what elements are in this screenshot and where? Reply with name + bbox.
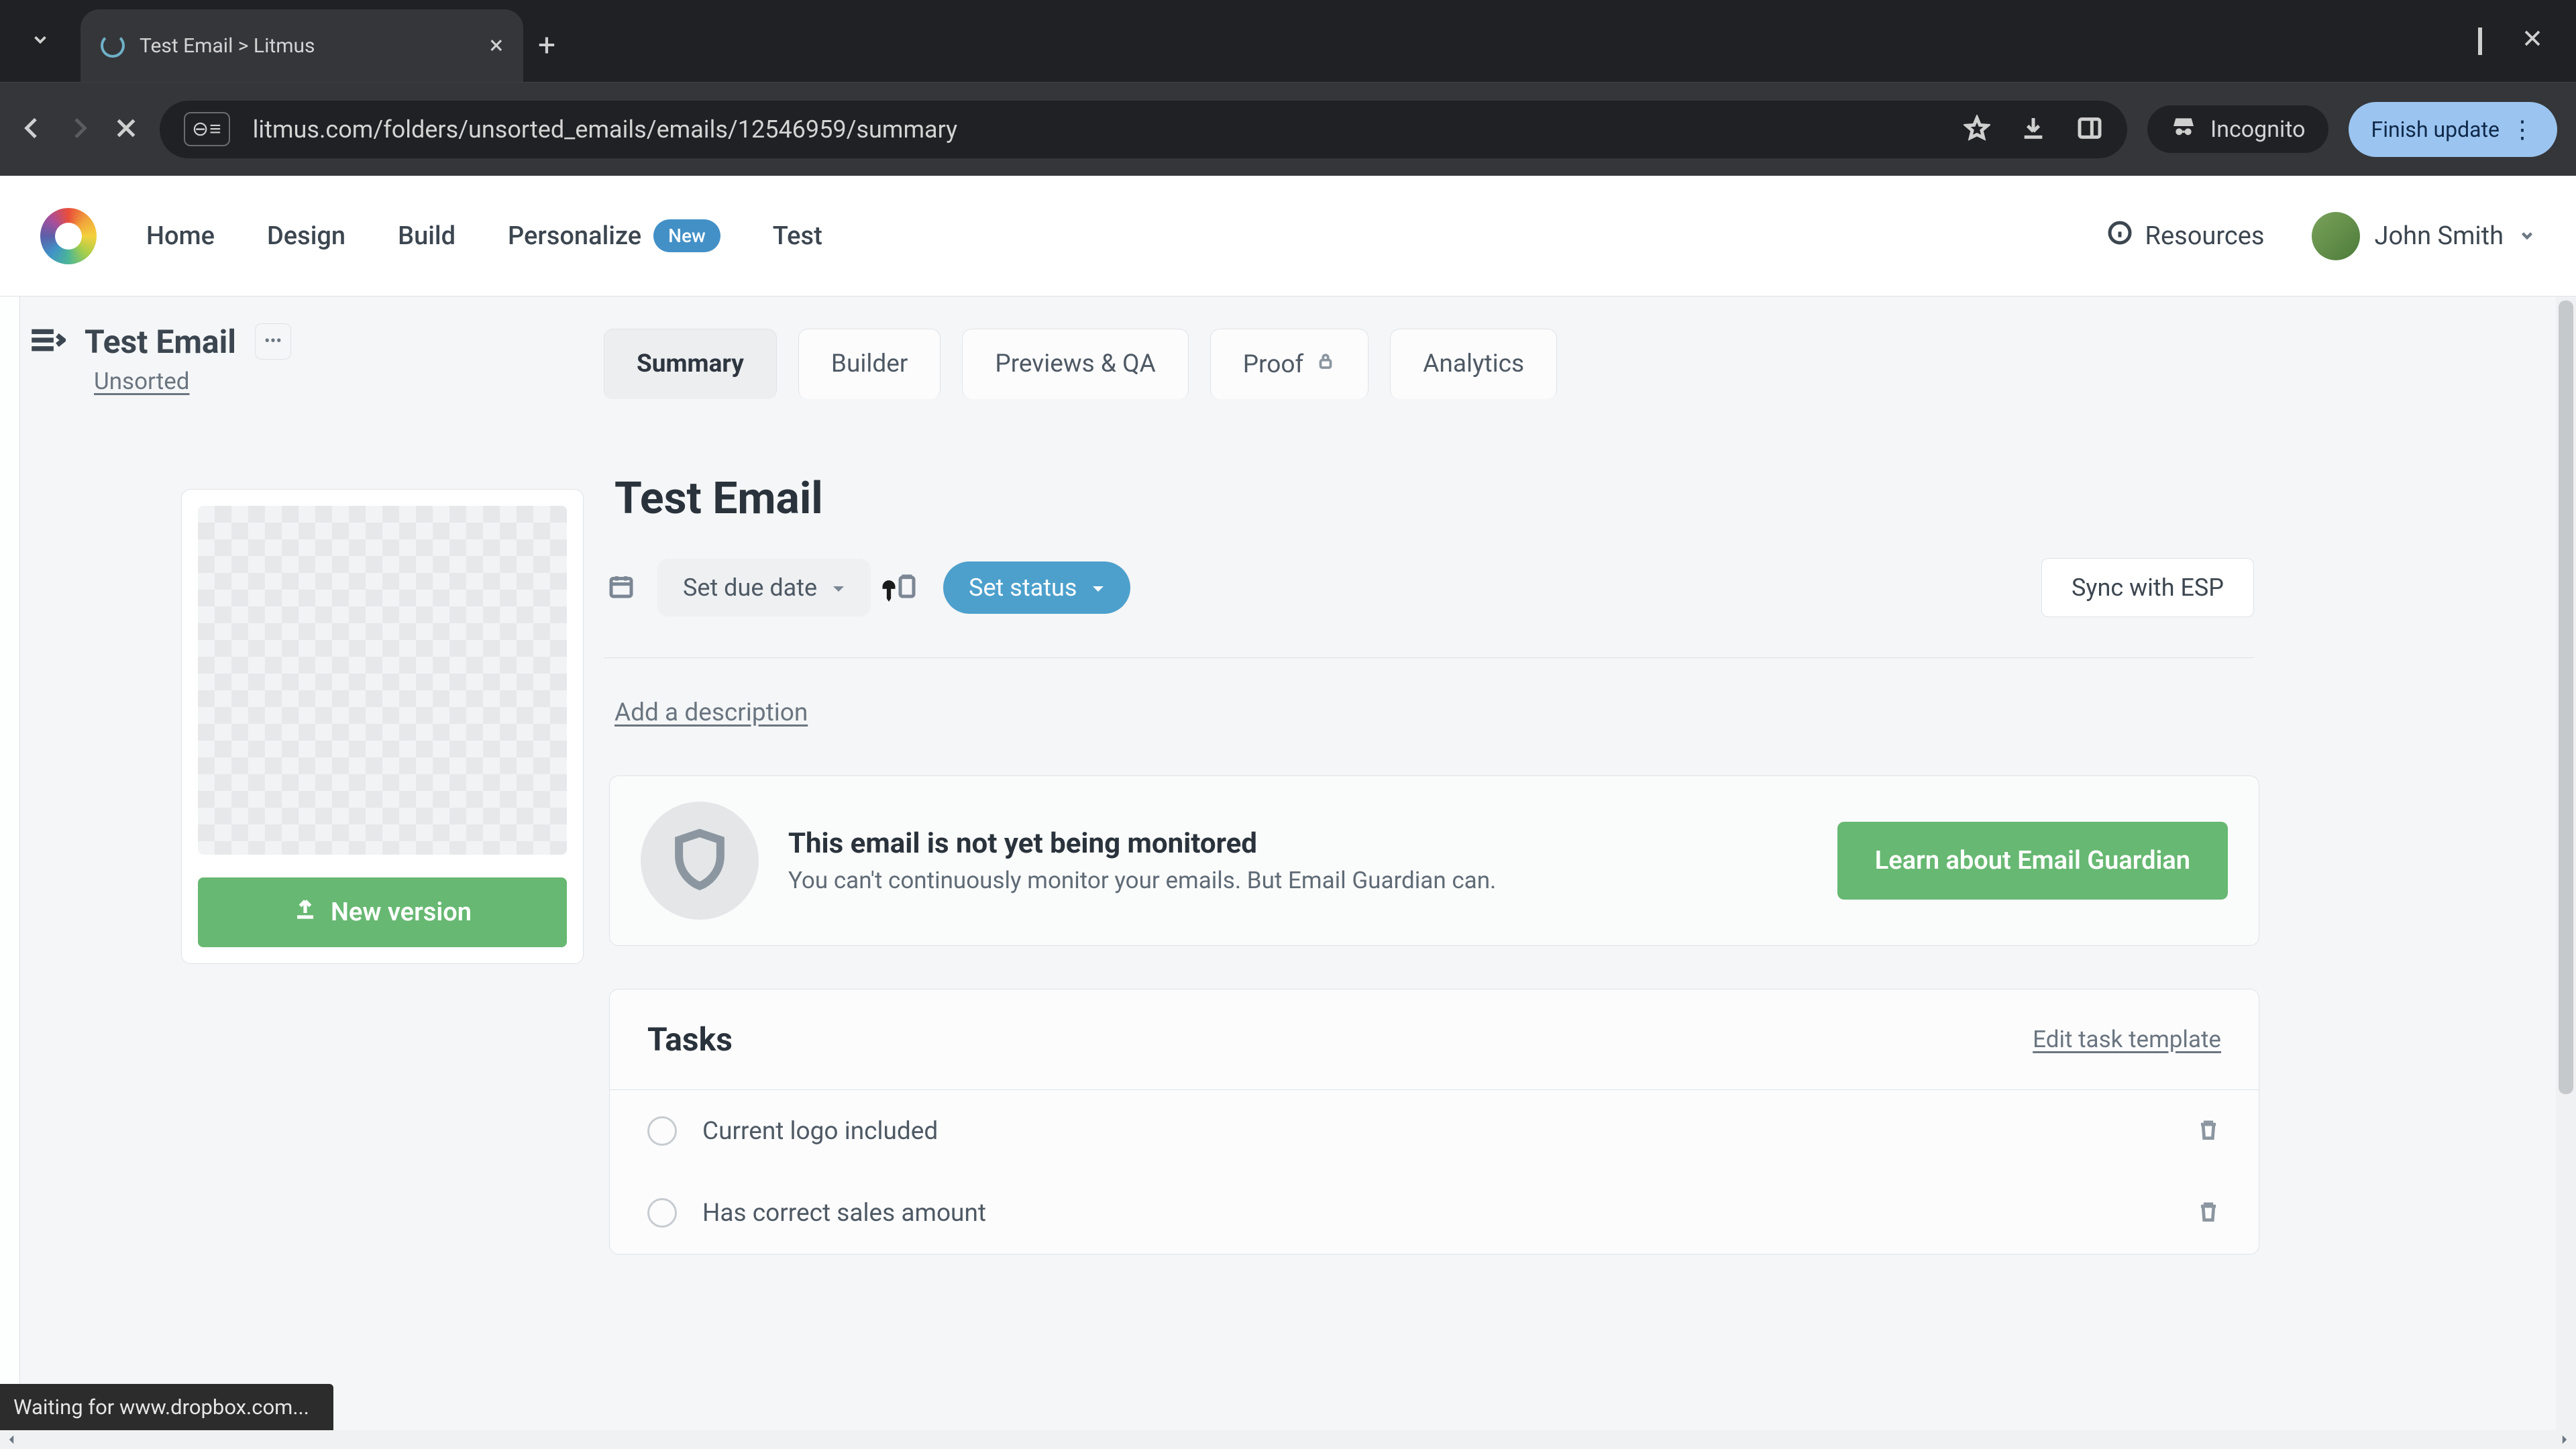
shield-icon (641, 802, 759, 920)
browser-tab[interactable]: Test Email > Litmus × (80, 9, 523, 82)
task-row: Has correct sales amount (610, 1172, 2259, 1254)
close-window-button[interactable] (2522, 28, 2542, 54)
browser-titlebar: Test Email > Litmus × + (0, 0, 2576, 82)
collapse-sidebar-icon[interactable] (27, 321, 66, 362)
scrollbar-thumb[interactable] (2559, 301, 2573, 1094)
task-checkbox[interactable] (647, 1198, 677, 1228)
new-badge: New (653, 219, 720, 252)
browser-toolbar: ⊖≡ litmus.com/folders/unsorted_emails/em… (0, 82, 2576, 176)
sync-esp-button[interactable]: Sync with ESP (2041, 558, 2254, 617)
incognito-label: Incognito (2210, 116, 2306, 143)
close-tab-button[interactable]: × (490, 33, 503, 58)
incognito-icon (2170, 115, 2197, 144)
calendar-icon (608, 572, 635, 604)
url-text: litmus.com/folders/unsorted_emails/email… (253, 115, 958, 144)
caret-down-icon (832, 574, 845, 602)
task-label: Current logo included (702, 1117, 938, 1146)
tab-proof[interactable]: Proof (1210, 329, 1369, 399)
nav-build[interactable]: Build (395, 215, 458, 258)
nav-home[interactable]: Home (144, 215, 217, 258)
tab-search-dropdown[interactable] (0, 0, 80, 82)
tasks-heading: Tasks (647, 1020, 733, 1059)
email-thumbnail[interactable] (198, 506, 567, 855)
scroll-right-icon[interactable] (2553, 1430, 2576, 1449)
user-menu[interactable]: John Smith (2312, 212, 2536, 260)
new-version-label: New version (331, 898, 472, 927)
preview-card: New version (181, 489, 584, 964)
mouse-cursor-icon (876, 578, 902, 604)
task-row: Current logo included (610, 1090, 2259, 1172)
site-settings-icon[interactable]: ⊖≡ (184, 112, 230, 146)
tab-previews-qa[interactable]: Previews & QA (962, 329, 1188, 399)
download-icon[interactable] (2020, 115, 2047, 144)
add-description-link[interactable]: Add a description (614, 698, 808, 727)
user-name: John Smith (2375, 221, 2504, 251)
folder-link[interactable]: Unsorted (94, 368, 190, 395)
vertical-scrollbar[interactable] (2556, 297, 2576, 1430)
nav-resources[interactable]: Resources (2106, 219, 2265, 253)
tab-builder[interactable]: Builder (798, 329, 941, 399)
maximize-button[interactable] (2478, 30, 2482, 53)
horizontal-scrollbar[interactable] (0, 1430, 2576, 1449)
scroll-left-icon[interactable] (0, 1430, 23, 1449)
caret-down-icon (1091, 574, 1105, 602)
tasks-panel: Tasks Edit task template Current logo in… (609, 989, 2259, 1254)
upload-icon (293, 897, 317, 928)
edit-task-template-link[interactable]: Edit task template (2033, 1026, 2221, 1053)
bookmark-icon[interactable] (1964, 115, 1990, 144)
browser-status-text: Waiting for www.dropbox.com... (0, 1384, 333, 1430)
email-title: Test Email (85, 323, 236, 361)
nav-design[interactable]: Design (264, 215, 348, 258)
window-controls (2438, 0, 2576, 82)
finish-update-label: Finish update (2371, 117, 2500, 142)
loading-spinner-icon (101, 34, 125, 58)
status-label: Set status (969, 574, 1077, 602)
forward-button[interactable] (66, 115, 93, 144)
email-guardian-banner: This email is not yet being monitored Yo… (609, 775, 2259, 946)
set-status-button[interactable]: Set status (943, 561, 1130, 614)
nav-personalize-label: Personalize (508, 221, 641, 251)
tab-analytics[interactable]: Analytics (1390, 329, 1557, 399)
tab-summary[interactable]: Summary (604, 329, 777, 399)
chevron-down-icon (2518, 221, 2536, 251)
app-topnav: Home Design Build Personalize New Test R… (0, 176, 2576, 297)
chevron-down-icon (30, 30, 50, 52)
page-title: Test Email (604, 399, 2576, 525)
incognito-badge[interactable]: Incognito (2147, 105, 2328, 153)
guardian-subtitle: You can't continuously monitor your emai… (788, 867, 1496, 894)
litmus-logo[interactable] (40, 208, 97, 264)
task-checkbox[interactable] (647, 1116, 677, 1146)
guardian-cta-button[interactable]: Learn about Email Guardian (1837, 822, 2228, 900)
menu-icon: ⋮ (2510, 115, 2534, 144)
more-actions-button[interactable]: ••• (255, 323, 291, 360)
email-tabs: Summary Builder Previews & QA Proof Anal… (604, 297, 2576, 399)
left-rail (0, 297, 20, 1449)
set-due-date-button[interactable]: Set due date (657, 559, 871, 616)
nav-personalize[interactable]: Personalize New (505, 213, 723, 259)
tab-proof-label: Proof (1243, 350, 1304, 379)
side-panel-icon[interactable] (2076, 115, 2103, 144)
finish-update-button[interactable]: Finish update ⋮ (2349, 102, 2558, 157)
task-label: Has correct sales amount (702, 1199, 986, 1228)
avatar (2312, 212, 2360, 260)
due-date-label: Set due date (683, 574, 817, 602)
stop-reload-button[interactable] (113, 115, 140, 144)
new-tab-button[interactable]: + (523, 9, 570, 82)
info-icon (2106, 219, 2133, 253)
address-bar[interactable]: ⊖≡ litmus.com/folders/unsorted_emails/em… (160, 101, 2127, 158)
guardian-title: This email is not yet being monitored (788, 827, 1496, 860)
delete-task-button[interactable] (2196, 1116, 2221, 1146)
delete-task-button[interactable] (2196, 1197, 2221, 1228)
back-button[interactable] (19, 115, 46, 144)
lock-icon (1316, 350, 1336, 379)
nav-test[interactable]: Test (770, 215, 825, 258)
browser-tab-title: Test Email > Litmus (140, 34, 475, 58)
resources-label: Resources (2145, 221, 2265, 251)
new-version-button[interactable]: New version (198, 877, 567, 947)
